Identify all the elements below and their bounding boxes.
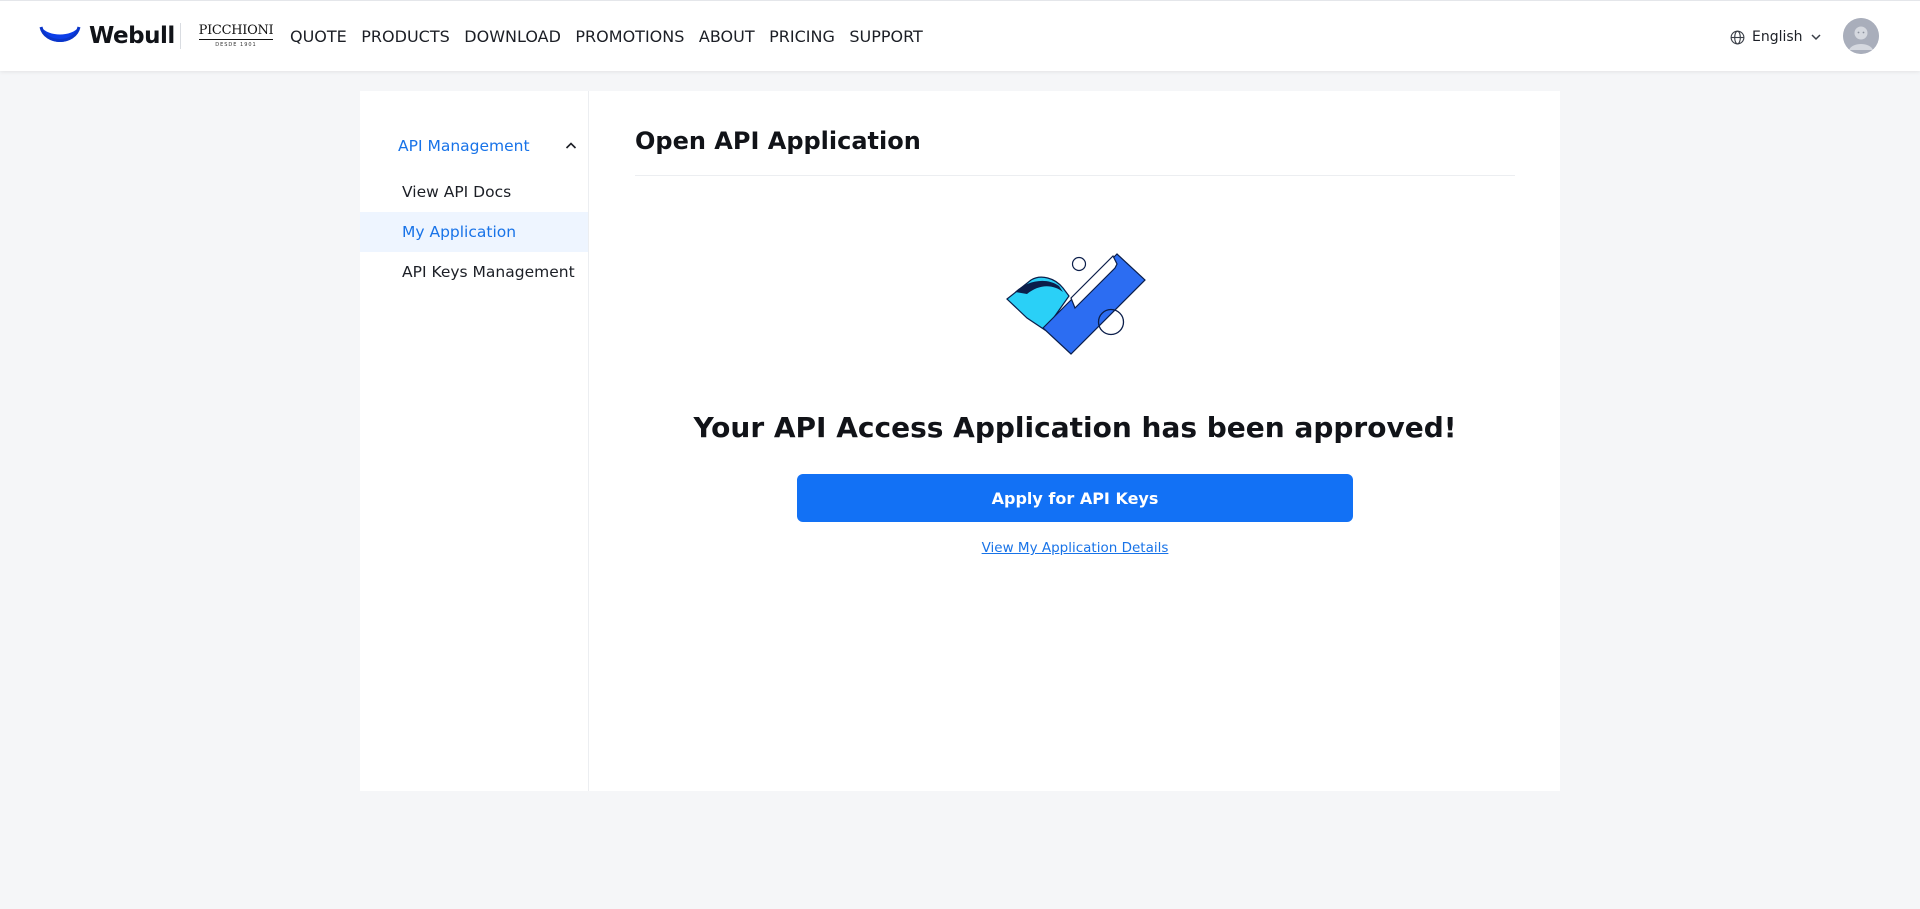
main-panel: Open API Application Your API Access App… [635,91,1515,791]
nav-download[interactable]: DOWNLOAD [464,27,561,46]
nav-promotions[interactable]: PROMOTIONS [575,27,684,46]
main-nav: QUOTE PRODUCTS DOWNLOAD PROMOTIONS ABOUT… [290,1,937,72]
chevron-down-icon [1811,34,1821,41]
nav-pricing[interactable]: PRICING [769,27,835,46]
chevron-up-icon [565,142,577,149]
partner-subtitle: DESDE 1901 [215,42,257,48]
sidebar-item-view-api-docs[interactable]: View API Docs [360,172,588,212]
nav-quote[interactable]: QUOTE [290,27,347,46]
globe-icon [1730,30,1745,44]
sidebar: API Management View API Docs My Applicat… [360,91,589,791]
webull-logo-icon [39,26,81,42]
partner-name: PICCHIONI [198,23,274,40]
view-application-details-link[interactable]: View My Application Details [982,540,1169,556]
apply-for-api-keys-button[interactable]: Apply for API Keys [797,474,1353,522]
language-selector[interactable]: English [1730,25,1822,49]
sidebar-item-my-application[interactable]: My Application [360,212,588,252]
title-divider [635,175,1515,176]
sidebar-group-api-management[interactable]: API Management [398,134,578,158]
top-navbar: Webull PICCHIONI DESDE 1901 QUOTE PRODUC… [0,0,1920,71]
content-card: API Management View API Docs My Applicat… [360,91,1560,791]
approval-headline: Your API Access Application has been app… [693,411,1457,444]
logo-text: Webull [89,23,175,49]
user-avatar[interactable] [1843,18,1879,54]
language-label: English [1752,29,1803,45]
sidebar-group-label: API Management [398,137,530,155]
approved-checkmark-illustration [1005,246,1155,366]
partner-logo: PICCHIONI DESDE 1901 [196,23,276,49]
nav-about[interactable]: ABOUT [699,27,755,46]
nav-support[interactable]: SUPPORT [849,27,922,46]
webull-logo[interactable]: Webull [39,20,175,52]
logo-divider [180,23,181,49]
page-title: Open API Application [635,127,921,155]
nav-products[interactable]: PRODUCTS [361,27,450,46]
details-link-row: View My Application Details [635,540,1515,556]
avatar-person-icon [1843,18,1879,54]
sidebar-item-api-keys-management[interactable]: API Keys Management [360,252,588,292]
